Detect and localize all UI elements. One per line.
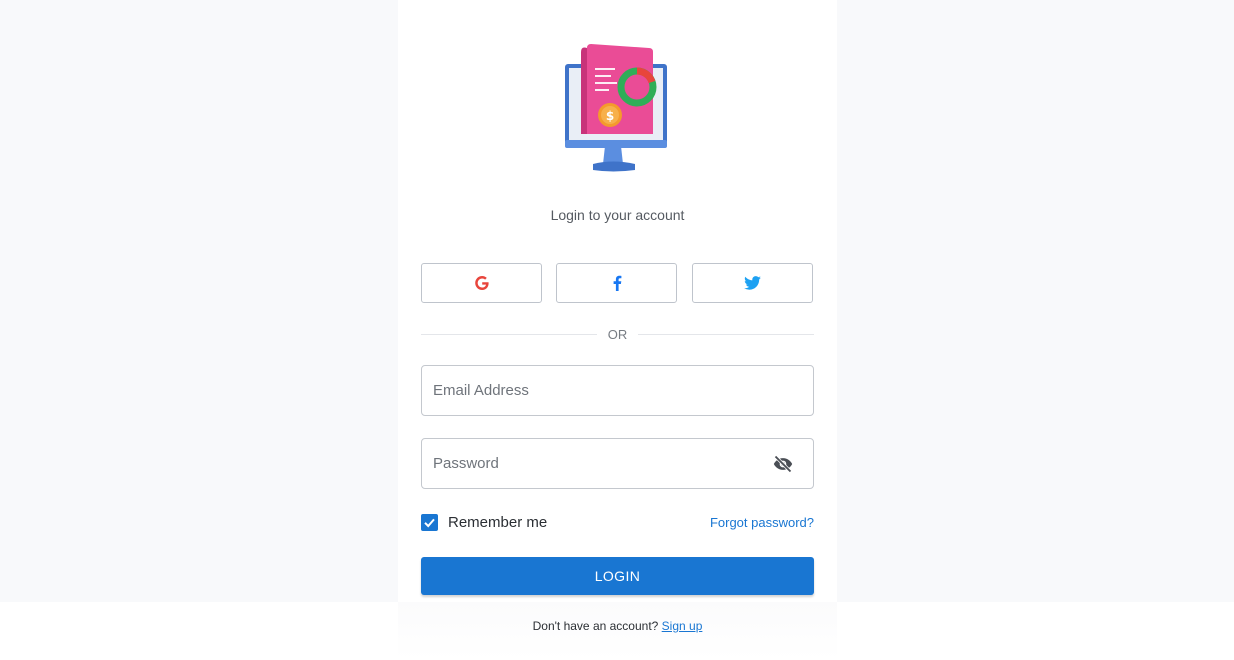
forgot-password-link[interactable]: Forgot password? (710, 515, 814, 530)
checkmark-icon (424, 518, 435, 528)
twitter-login-button[interactable] (692, 263, 813, 303)
google-login-button[interactable] (421, 263, 542, 303)
password-input[interactable] (433, 439, 763, 488)
signup-prompt-text: Don't have an account? (532, 619, 659, 633)
remember-me-label: Remember me (448, 514, 548, 531)
divider-text: OR (607, 326, 628, 342)
signup-prompt: Don't have an account? Sign up (398, 619, 837, 633)
divider-line-right (638, 333, 814, 335)
twitter-icon (744, 276, 761, 290)
divider-line-left (421, 333, 597, 335)
login-button[interactable]: LOGIN (421, 557, 814, 595)
signup-link[interactable]: Sign up (662, 619, 703, 633)
app-logo: $ (565, 44, 667, 172)
checkbox-checked[interactable] (421, 514, 438, 531)
eye-slash-icon[interactable] (773, 454, 793, 474)
google-icon (474, 276, 489, 290)
login-card: $ Login to your account OR Email Address… (398, 0, 837, 602)
svg-text:$: $ (606, 109, 614, 123)
facebook-icon (613, 275, 621, 291)
email-input[interactable] (433, 366, 763, 415)
login-subtitle: Login to your account (550, 207, 685, 223)
remember-me-checkbox[interactable]: Remember me (421, 514, 547, 531)
password-field[interactable] (421, 438, 814, 489)
email-field[interactable] (421, 365, 814, 416)
or-divider: OR (421, 326, 814, 342)
facebook-login-button[interactable] (556, 263, 677, 303)
